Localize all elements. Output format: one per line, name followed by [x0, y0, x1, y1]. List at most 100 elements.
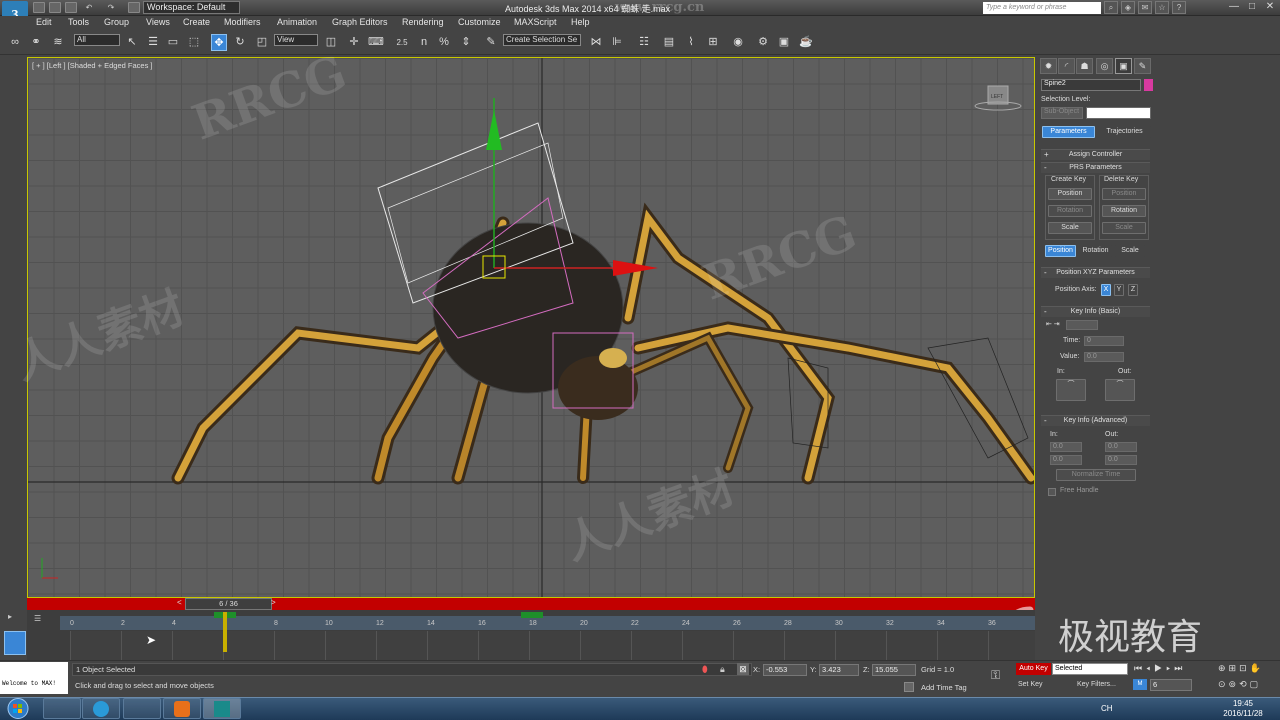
workspace-dropdown[interactable]: Workspace: Default [143, 1, 240, 14]
rect-selection-icon[interactable]: ▭ [165, 34, 181, 51]
object-color-swatch[interactable] [1144, 79, 1153, 91]
select-rotate-icon[interactable]: ↻ [232, 34, 248, 51]
gizmo-y-arrow[interactable] [486, 110, 502, 150]
viewport-nav-controls[interactable]: ⊕⊞⊡✋ [1218, 663, 1264, 674]
key-nav-arrows-icon[interactable]: ⇤ ⇥ [1046, 320, 1060, 328]
hierarchy-panel-icon[interactable]: ☗ [1076, 58, 1093, 74]
create-position-key-button[interactable]: Position [1048, 188, 1092, 200]
curve-editor-icon[interactable]: ⌇ [683, 34, 699, 51]
edit-named-selection-icon[interactable]: ✎ [483, 34, 499, 51]
select-scale-icon[interactable]: ◰ [254, 34, 270, 51]
mode-rotation-button[interactable]: Rotation [1079, 245, 1112, 257]
key-number-field[interactable] [1066, 320, 1098, 330]
maximize-icon[interactable]: □ [1244, 0, 1260, 14]
mini-curve-editor-icon[interactable]: ☰ [34, 614, 48, 624]
system-clock[interactable]: 19:45 2016/11/28 [1218, 699, 1268, 719]
communication-icon[interactable]: ✉ [1138, 1, 1152, 14]
delete-rotation-key-button[interactable]: Rotation [1102, 205, 1146, 217]
time-slider[interactable]: 6 / 36 [185, 598, 272, 610]
motion-panel-icon[interactable]: ◎ [1096, 58, 1113, 74]
absolute-mode-icon[interactable]: ⊠ [737, 663, 749, 675]
next-frame-arrow[interactable]: > [271, 598, 279, 610]
mirror-icon[interactable]: ⋈ [588, 34, 604, 51]
key-marker[interactable] [521, 612, 543, 618]
menu-rendering[interactable]: Rendering [402, 17, 444, 27]
axis-y-button[interactable]: Y [1114, 284, 1124, 296]
taskbar-ie-icon[interactable] [82, 698, 120, 719]
viewport-left[interactable]: [ + ] [Left ] [Shaded + Edged Faces ] LE… [27, 57, 1035, 598]
angle-snap-icon[interactable]: n [416, 34, 432, 51]
taskbar-app-icon[interactable] [123, 698, 161, 719]
modify-panel-icon[interactable]: ◜ [1058, 58, 1075, 74]
prev-frame-arrow[interactable]: < [177, 598, 185, 610]
align-icon[interactable]: ⊫ [609, 34, 625, 51]
menu-edit[interactable]: Edit [36, 17, 52, 27]
menu-animation[interactable]: Animation [277, 17, 317, 27]
pivot-center-icon[interactable]: ◫ [323, 34, 339, 51]
adv-in-field-2[interactable]: 0.0 [1050, 455, 1082, 465]
create-panel-icon[interactable]: ✹ [1040, 58, 1057, 74]
maxscript-listener[interactable]: Welcome to MAX! [0, 662, 68, 694]
taskbar-app-icon[interactable] [163, 698, 201, 719]
free-handle-checkbox[interactable] [1048, 488, 1056, 496]
select-object-icon[interactable]: ↖ [124, 34, 140, 51]
taskbar-app-icon[interactable] [43, 698, 81, 719]
playback-controls[interactable]: ⏮◂▶▸⏭ [1134, 663, 1186, 674]
sub-object-button[interactable]: Sub-Object [1041, 107, 1083, 119]
undo-icon[interactable]: ↶ [82, 2, 96, 15]
prs-parameters-rollout[interactable]: - PRS Parameters [1041, 162, 1150, 173]
percent-snap-icon[interactable]: % [436, 34, 452, 51]
delete-scale-key-button[interactable]: Scale [1102, 222, 1146, 234]
set-key-icon[interactable]: ⚿ [991, 668, 1000, 683]
assign-controller-rollout[interactable]: + Assign Controller [1041, 149, 1150, 160]
value-field[interactable]: 0.0 [1084, 352, 1124, 362]
selection-filter-dropdown[interactable]: All [74, 34, 120, 46]
search-input[interactable]: Type a keyword or phrase [983, 2, 1101, 14]
menu-customize[interactable]: Customize [458, 17, 501, 27]
schematic-view-icon[interactable]: ⊞ [705, 34, 721, 51]
rendered-frame-icon[interactable]: ▣ [776, 34, 792, 51]
auto-key-button[interactable]: Auto Key [1016, 663, 1051, 675]
render-setup-icon[interactable]: ⚙ [755, 34, 771, 51]
key-mode-dropdown[interactable]: Selected [1052, 663, 1128, 675]
bind-spacewarp-icon[interactable]: ≋ [50, 34, 66, 51]
taskbar-3dsmax-icon[interactable] [203, 698, 241, 719]
link-icon[interactable]: ∞ [7, 34, 23, 51]
adv-out-field-2[interactable]: 0.0 [1105, 455, 1137, 465]
axis-z-button[interactable]: Z [1128, 284, 1138, 296]
position-xyz-rollout[interactable]: - Position XYZ Parameters [1041, 267, 1150, 278]
language-indicator[interactable]: CH [1101, 704, 1113, 713]
create-scale-key-button[interactable]: Scale [1048, 222, 1092, 234]
render-production-icon[interactable]: ☕ [798, 34, 814, 51]
mode-scale-button[interactable]: Scale [1115, 245, 1145, 257]
utilities-panel-icon[interactable]: ✎ [1134, 58, 1151, 74]
spinner-snap-icon[interactable]: ⇕ [458, 34, 474, 51]
menu-views[interactable]: Views [146, 17, 170, 27]
out-tangent-button[interactable]: ⌒ [1105, 379, 1135, 401]
open-file-icon[interactable] [49, 2, 61, 13]
current-frame-field[interactable]: 6 [1150, 679, 1192, 691]
keyboard-shortcut-icon[interactable]: ⌨ [368, 34, 384, 51]
ref-coord-dropdown[interactable]: View [274, 34, 318, 46]
graphite-toggle-icon[interactable]: ▤ [661, 34, 677, 51]
time-field[interactable]: 0 [1084, 336, 1124, 346]
project-folder-icon[interactable] [128, 2, 140, 13]
tab-trajectories[interactable]: Trajectories [1098, 126, 1151, 138]
menu-modifiers[interactable]: Modifiers [224, 17, 261, 27]
adv-in-field-1[interactable]: 0.0 [1050, 442, 1082, 452]
menu-help[interactable]: Help [571, 17, 590, 27]
start-button[interactable] [2, 697, 34, 720]
select-by-name-icon[interactable]: ☰ [145, 34, 161, 51]
lock-selection-icon[interactable]: 🔒︎ [720, 664, 725, 675]
play-toggle-icon[interactable]: ▸ [8, 612, 20, 622]
search-icon[interactable]: ⌕ [1104, 1, 1118, 14]
select-manipulate-icon[interactable]: ✛ [346, 34, 362, 51]
minimize-icon[interactable]: — [1226, 0, 1242, 14]
normalize-time-button[interactable]: Normalize Time [1056, 469, 1136, 481]
viewport-orbit-controls[interactable]: ⊙⊚⟲▢ [1218, 679, 1261, 690]
y-coordinate-field[interactable]: 3.423 [819, 664, 859, 676]
key-info-advanced-rollout[interactable]: - Key Info (Advanced) [1041, 415, 1150, 426]
unlink-icon[interactable]: ⚭ [28, 34, 44, 51]
add-time-tag[interactable]: Add Time Tag [921, 683, 967, 692]
in-tangent-button[interactable]: ⌒ [1056, 379, 1086, 401]
